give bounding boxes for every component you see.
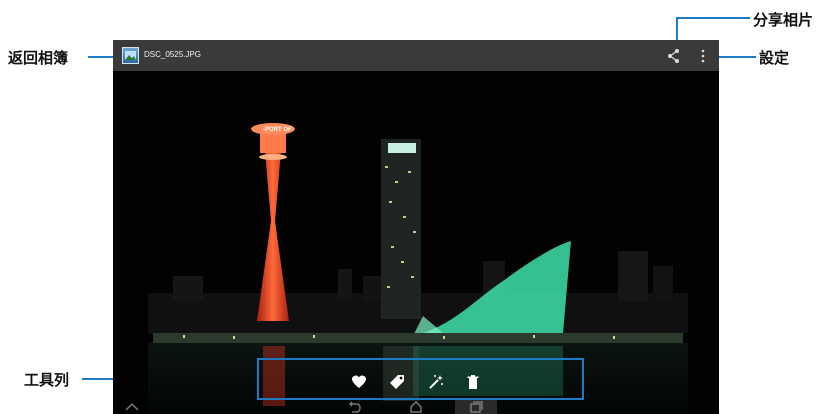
callout-share-photo: 分享相片 bbox=[753, 11, 814, 29]
action-bar: DSC_0525.JPG bbox=[113, 40, 719, 71]
tower-sign-text: -PORT OF bbox=[263, 127, 292, 133]
file-name: DSC_0525.JPG bbox=[144, 50, 201, 59]
callout-settings: 設定 bbox=[759, 49, 790, 67]
toolbar-highlight-frame bbox=[257, 358, 584, 400]
recent-apps-tab[interactable] bbox=[455, 398, 497, 414]
home-icon[interactable] bbox=[409, 401, 423, 413]
overflow-menu-icon[interactable] bbox=[698, 48, 708, 64]
album-back-button[interactable] bbox=[122, 47, 139, 64]
callout-toolbar: 工具列 bbox=[24, 371, 70, 389]
album-thumbnail-icon bbox=[125, 51, 136, 60]
hide-bar-icon[interactable] bbox=[125, 402, 139, 412]
callout-back-to-album: 返回相簿 bbox=[8, 49, 69, 67]
share-icon[interactable] bbox=[666, 48, 682, 64]
recent-apps-icon bbox=[470, 401, 483, 413]
back-icon[interactable] bbox=[347, 401, 361, 413]
callout-line-share-h bbox=[676, 17, 750, 19]
